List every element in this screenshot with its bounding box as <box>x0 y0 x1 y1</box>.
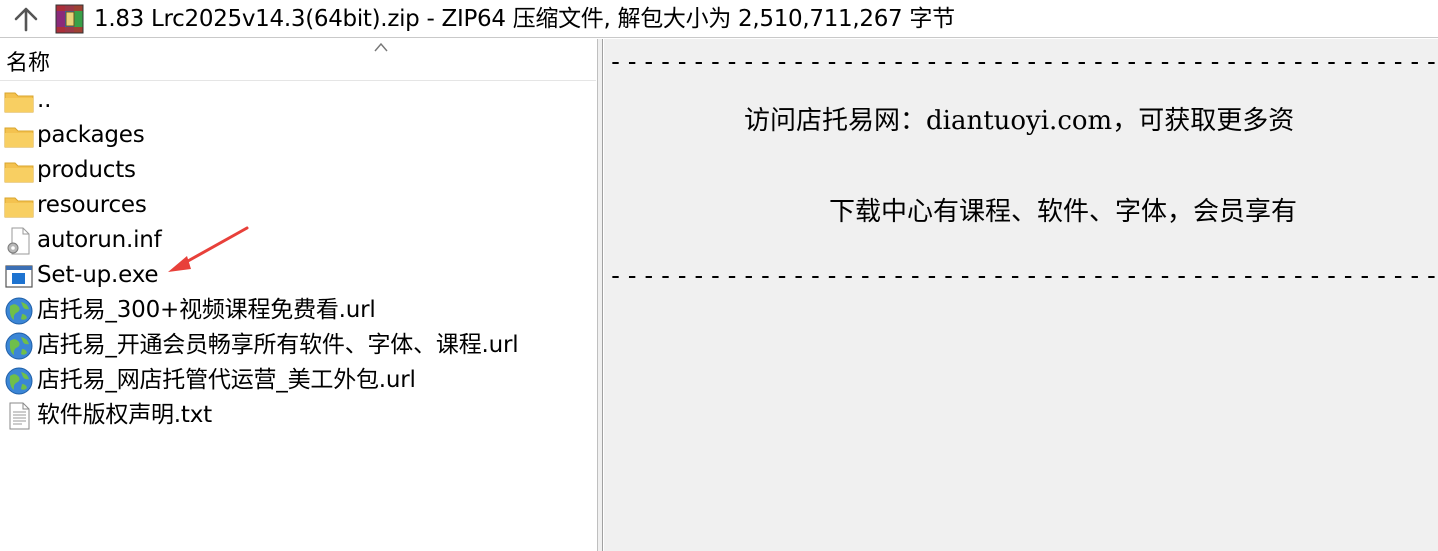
comment-preview-pane: ----------------------------------------… <box>604 39 1438 551</box>
up-arrow-icon <box>14 7 38 32</box>
list-item-label: 店托易_网店托管代运营_美工外包.url <box>37 367 416 393</box>
column-header-label: 名称 <box>6 51 51 76</box>
list-item-resources[interactable]: resources <box>0 188 596 223</box>
list-item-url-services[interactable]: 店托易_网店托管代运营_美工外包.url <box>0 363 596 398</box>
globe-icon <box>5 367 33 395</box>
separator-line-top: ----------------------------------------… <box>608 47 1438 76</box>
separator-line-bottom: ----------------------------------------… <box>608 261 1438 290</box>
list-item-label: 店托易_300+视频课程免费看.url <box>37 297 376 323</box>
list-item-label: 店托易_开通会员畅享所有软件、字体、课程.url <box>37 332 519 358</box>
exe-icon <box>5 265 33 288</box>
preview-line-1: 访问店托易网：diantuoyi.com，可获取更多资 <box>744 106 1295 136</box>
preview-line-2: 下载中心有课程、软件、字体，会员享有 <box>829 197 1298 227</box>
list-item-label: products <box>37 157 136 183</box>
pane-splitter[interactable] <box>598 39 603 551</box>
archive-path-title: 1.83 Lrc2025v14.3(64bit).zip - ZIP64 压缩文… <box>94 6 955 32</box>
winrar-archive-icon <box>55 4 84 34</box>
file-list-panel: 名称 .. packages products resources autoru… <box>0 39 598 551</box>
list-item-label: resources <box>37 192 147 218</box>
list-item-label: .. <box>37 87 52 113</box>
list-item-label: autorun.inf <box>37 227 162 253</box>
annotation-arrow-icon <box>168 226 249 272</box>
settings-file-icon <box>7 227 30 255</box>
list-item-packages[interactable]: packages <box>0 118 596 153</box>
folder-icon <box>4 197 34 218</box>
list-item-url-courses[interactable]: 店托易_300+视频课程免费看.url <box>0 293 596 328</box>
list-item-products[interactable]: products <box>0 153 596 188</box>
globe-icon <box>5 297 33 325</box>
folder-icon <box>4 92 34 113</box>
list-item-label: Set-up.exe <box>37 262 159 288</box>
file-rows: .. packages products resources autorun.i… <box>0 83 596 433</box>
globe-icon <box>5 332 33 360</box>
list-item-setup-exe[interactable]: Set-up.exe <box>0 258 596 293</box>
folder-icon <box>4 127 34 148</box>
address-bar: 1.83 Lrc2025v14.3(64bit).zip - ZIP64 压缩文… <box>0 0 1438 38</box>
list-item-autorun[interactable]: autorun.inf <box>0 223 596 258</box>
list-item-label: packages <box>37 122 145 148</box>
text-file-icon <box>9 402 30 430</box>
folder-icon <box>4 162 34 183</box>
up-button[interactable] <box>10 4 42 34</box>
list-item-url-membership[interactable]: 店托易_开通会员畅享所有软件、字体、课程.url <box>0 328 596 363</box>
list-item-parent[interactable]: .. <box>0 83 596 118</box>
list-item-label: 软件版权声明.txt <box>37 402 212 428</box>
list-item-copyright-txt[interactable]: 软件版权声明.txt <box>0 398 596 433</box>
sort-ascending-icon <box>374 42 388 52</box>
column-header-name[interactable]: 名称 <box>0 39 596 81</box>
